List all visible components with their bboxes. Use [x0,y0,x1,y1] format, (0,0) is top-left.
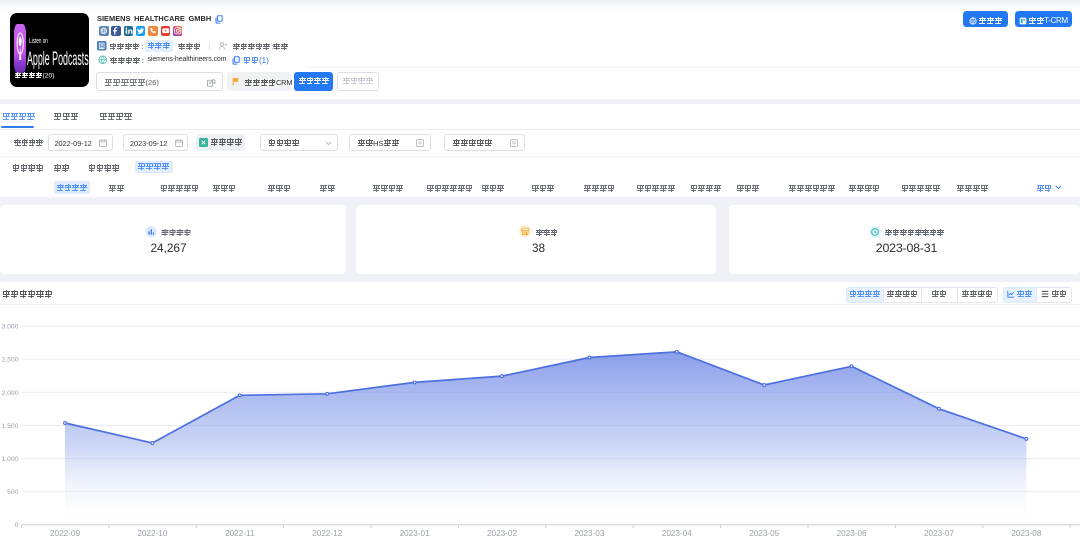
svg-text:2023-05: 2023-05 [749,529,779,538]
svg-text:500: 500 [7,489,19,496]
svg-text:0: 0 [15,522,19,529]
svg-text:2,000: 2,000 [1,390,18,397]
svg-text:2023-02: 2023-02 [487,529,517,538]
svg-text:2022-11: 2022-11 [225,529,255,538]
svg-text:3,000: 3,000 [1,324,18,331]
svg-text:2023-03: 2023-03 [574,529,604,538]
svg-text:2023-08: 2023-08 [1011,529,1041,538]
svg-text:2,500: 2,500 [1,357,18,364]
svg-text:1,000: 1,000 [1,456,18,463]
svg-text:2023-01: 2023-01 [400,529,430,538]
svg-text:2023-06: 2023-06 [837,529,867,538]
svg-text:2022-12: 2022-12 [312,529,342,538]
svg-text:2023-04: 2023-04 [662,529,692,538]
svg-text:2022-09: 2022-09 [50,529,80,538]
svg-text:1,500: 1,500 [1,423,18,430]
svg-text:2022-10: 2022-10 [137,529,167,538]
svg-text:2023-07: 2023-07 [924,529,954,538]
